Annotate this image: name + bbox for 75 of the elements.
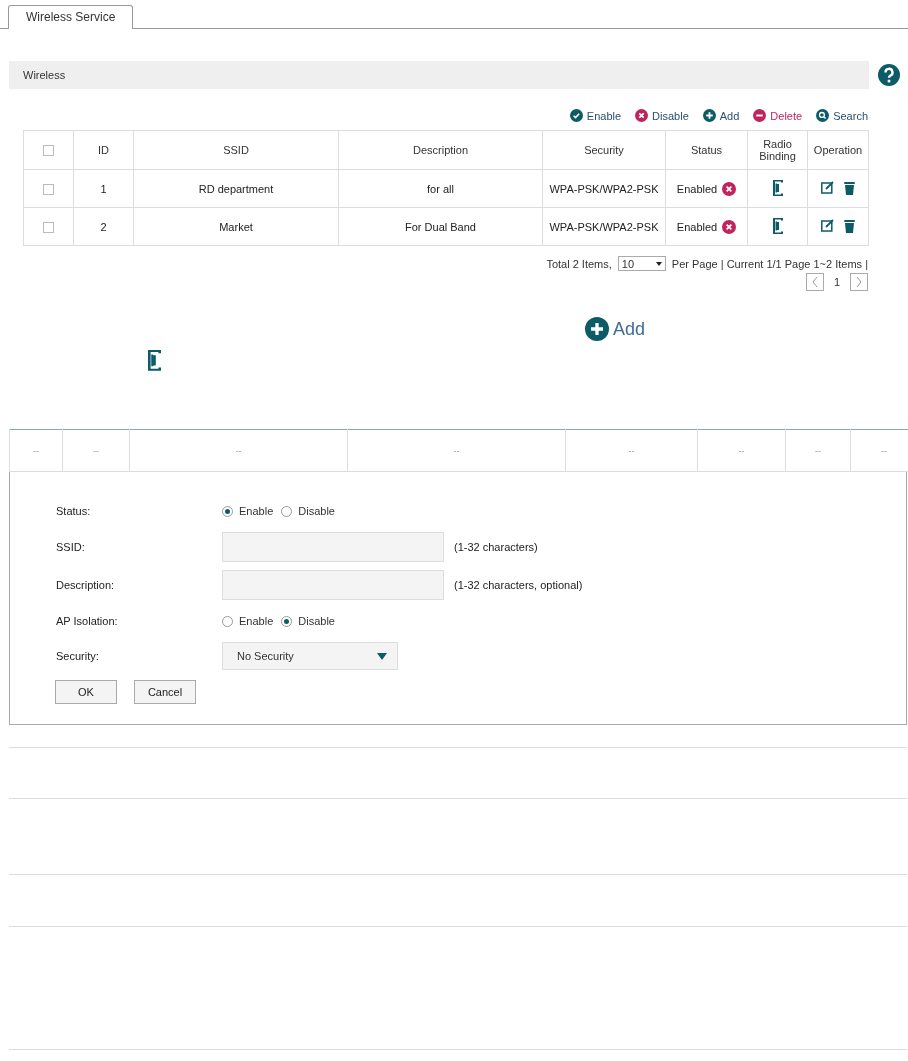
field-label: AP Isolation: bbox=[56, 615, 119, 627]
toolbar-action[interactable]: Search bbox=[833, 109, 868, 122]
check-circle-icon bbox=[569, 109, 583, 122]
toolbar-action[interactable]: Add bbox=[719, 109, 740, 122]
status-text: Enabled bbox=[676, 182, 718, 195]
table-cell: -- bbox=[347, 429, 566, 472]
section-title: Wireless bbox=[9, 61, 869, 89]
column-header: Security bbox=[542, 130, 666, 170]
x-circle-icon bbox=[722, 181, 737, 196]
status-text: Enabled bbox=[676, 220, 718, 233]
column-header: Radio Binding bbox=[747, 130, 808, 170]
radio-label[interactable]: Enable bbox=[239, 505, 274, 517]
plus-circle-icon bbox=[702, 109, 716, 122]
per-page-select[interactable]: 10 bbox=[617, 256, 666, 271]
search-icon bbox=[816, 109, 830, 122]
total-items: Total 2 Items, bbox=[546, 257, 612, 270]
chevron-right-icon bbox=[856, 277, 862, 287]
help-icon[interactable] bbox=[878, 64, 900, 86]
radio-binding-icon[interactable] bbox=[772, 217, 783, 234]
radio-binding-icon[interactable] bbox=[772, 179, 783, 196]
caret-icon bbox=[655, 261, 662, 266]
column-header: Status bbox=[665, 130, 748, 170]
x-circle-icon bbox=[635, 109, 649, 122]
edit-icon[interactable] bbox=[821, 219, 834, 233]
field-label: SSID: bbox=[56, 541, 86, 553]
text-field[interactable] bbox=[222, 532, 444, 562]
radio-binding-icon[interactable] bbox=[148, 350, 161, 371]
minus-circle-icon bbox=[753, 109, 767, 122]
toolbar-action[interactable]: Disable bbox=[652, 109, 689, 122]
table-cell: RD department bbox=[133, 169, 339, 208]
page-number[interactable]: 1 bbox=[833, 276, 840, 288]
table-cell: -- bbox=[565, 429, 698, 472]
checkbox[interactable] bbox=[43, 183, 54, 195]
table-cell: -- bbox=[697, 429, 786, 472]
column-header: Description bbox=[338, 130, 543, 170]
trash-icon[interactable] bbox=[844, 218, 855, 233]
field-hint: (1-32 characters) bbox=[454, 541, 538, 553]
radio-label[interactable]: Disable bbox=[298, 615, 335, 627]
field-label: Status: bbox=[56, 505, 92, 517]
security-select[interactable]: No Security bbox=[222, 642, 398, 670]
column-header: Operation bbox=[807, 130, 869, 170]
pagination-summary: Per Page | Current 1/1 Page 1~2 Items | bbox=[671, 257, 868, 270]
field-hint: (1-32 characters, optional) bbox=[454, 579, 583, 591]
field-label: Security: bbox=[56, 650, 100, 662]
table-cell: 1 bbox=[73, 169, 134, 208]
table-cell: -- bbox=[785, 429, 851, 472]
table-cell: WPA-PSK/WPA2-PSK bbox=[542, 207, 666, 246]
edit-icon[interactable] bbox=[821, 181, 834, 195]
table-cell: Market bbox=[133, 207, 339, 246]
table-cell: -- bbox=[62, 429, 130, 472]
x-circle-icon bbox=[722, 219, 737, 234]
chevron-left-icon bbox=[811, 277, 818, 287]
form-button[interactable]: Cancel bbox=[134, 680, 196, 704]
table-cell: -- bbox=[129, 429, 348, 472]
plus-circle-icon bbox=[585, 317, 609, 341]
column-header: SSID bbox=[133, 130, 339, 170]
column-header: ID bbox=[73, 130, 134, 170]
radio-label[interactable]: Disable bbox=[298, 505, 335, 517]
field-label: Description: bbox=[56, 579, 116, 591]
tab[interactable]: Wireless Service bbox=[8, 5, 134, 29]
checkbox[interactable] bbox=[43, 221, 54, 233]
text-field[interactable] bbox=[222, 570, 444, 600]
toolbar-action[interactable]: Enable bbox=[586, 109, 622, 122]
table-cell: -- bbox=[9, 429, 63, 472]
trash-icon[interactable] bbox=[844, 180, 855, 195]
table-cell: For Dual Band bbox=[338, 207, 543, 246]
form-button[interactable]: OK bbox=[55, 680, 117, 704]
table-cell: for all bbox=[338, 169, 543, 208]
caret-icon bbox=[377, 652, 387, 660]
toolbar-action[interactable]: Delete bbox=[770, 109, 803, 122]
add-button[interactable]: Add bbox=[613, 318, 646, 340]
radio-label[interactable]: Enable bbox=[239, 615, 274, 627]
table-cell: WPA-PSK/WPA2-PSK bbox=[542, 169, 666, 208]
table-cell: 2 bbox=[73, 207, 134, 246]
checkbox[interactable] bbox=[43, 145, 54, 157]
